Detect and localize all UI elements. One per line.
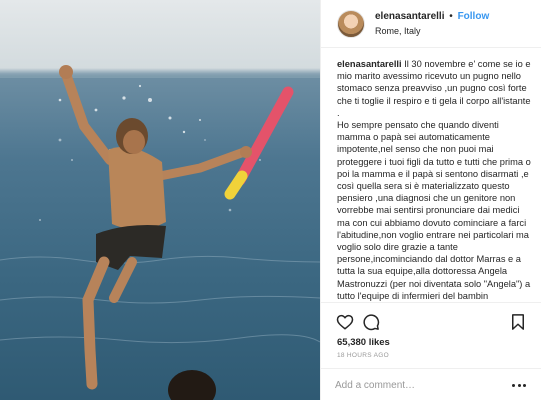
post-side-panel: elenasantarelli • Follow Rome, Italy ele… [320, 0, 541, 400]
bookmark-icon [512, 314, 524, 330]
header-user-line: elenasantarelli • Follow [375, 11, 489, 22]
comment-button[interactable] [362, 313, 380, 331]
post-photo[interactable] [0, 0, 320, 400]
more-options-button[interactable] [509, 380, 529, 390]
more-horizontal-icon [523, 383, 526, 387]
save-button[interactable] [509, 313, 527, 331]
like-button[interactable] [336, 313, 354, 331]
avatar[interactable] [337, 10, 365, 38]
more-horizontal-icon [517, 383, 521, 387]
post-header: elenasantarelli • Follow Rome, Italy [321, 0, 541, 48]
likes-count[interactable]: 65,380 likes [337, 337, 390, 348]
comment-input[interactable] [335, 375, 505, 395]
username-link[interactable]: elenasantarelli [375, 11, 444, 22]
caption-text: Il 30 novembre e' come se io e mio marit… [337, 59, 531, 301]
separator-dot: • [449, 11, 453, 22]
instagram-post: elenasantarelli • Follow Rome, Italy ele… [0, 0, 541, 400]
post-timestamp[interactable]: 18 HOURS AGO [337, 352, 389, 359]
comment-bar [321, 368, 541, 400]
more-horizontal-icon [512, 383, 515, 387]
comment-icon [363, 314, 380, 331]
caption-username-link[interactable]: elenasantarelli [337, 59, 402, 69]
photo-illustration [0, 65, 320, 400]
post-caption: elenasantarelli Il 30 novembre e' come s… [337, 58, 533, 302]
follow-button[interactable]: Follow [458, 11, 490, 22]
location-link[interactable]: Rome, Italy [375, 26, 421, 36]
post-actions: 65,380 likes 18 HOURS AGO [321, 302, 541, 364]
heart-icon [336, 314, 354, 330]
